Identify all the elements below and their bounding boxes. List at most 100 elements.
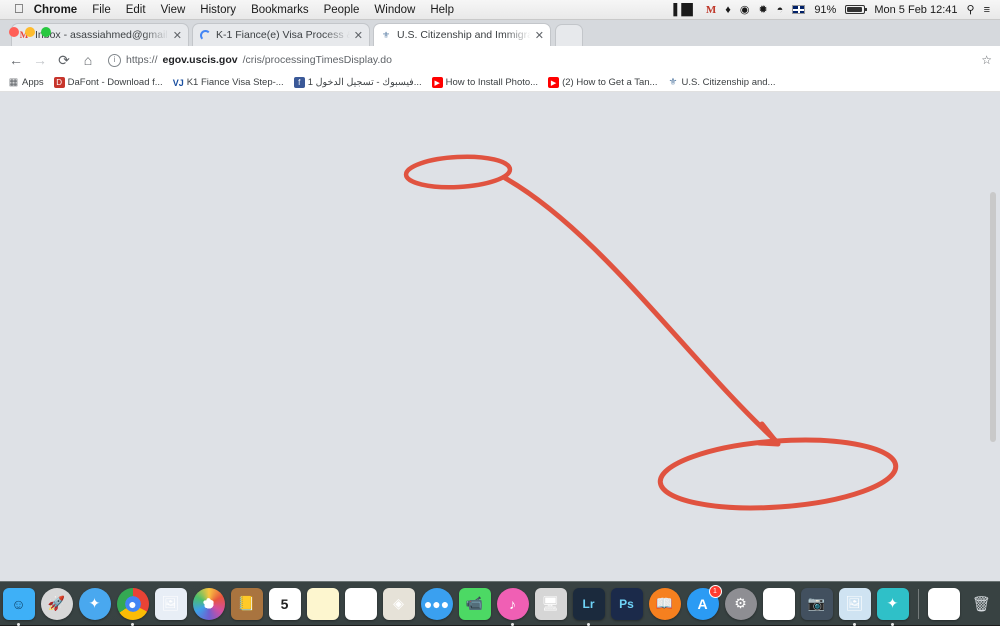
- dock-separator: [917, 588, 919, 619]
- audio-meter-icon[interactable]: ▌█▌: [673, 4, 696, 16]
- photoshop-icon[interactable]: Ps: [610, 587, 643, 620]
- menu-item-people[interactable]: People: [324, 4, 360, 16]
- contacts-icon[interactable]: 📒: [230, 587, 263, 620]
- browser-tab-k1-visa[interactable]: K-1 Fiance(e) Visa Process & P ✕: [192, 23, 370, 46]
- bookmark-youtube-tan[interactable]: ▶ (2) How to Get a Tan...: [548, 77, 657, 88]
- uk-flag-icon[interactable]: [792, 5, 806, 14]
- menu-item-chrome[interactable]: Chrome: [34, 4, 77, 16]
- photo-booth-icon-glyph: 🖼: [161, 595, 180, 611]
- bookmark-apps[interactable]: ▦ Apps: [8, 77, 44, 88]
- url-scheme: https://: [126, 54, 158, 66]
- star-icon[interactable]: ☆: [981, 53, 992, 67]
- notes-icon[interactable]: [306, 587, 339, 620]
- address-bar[interactable]: i https:// egov.uscis.gov/cris/processing…: [104, 51, 974, 69]
- screen-sharing-icon[interactable]: 🖥: [534, 587, 567, 620]
- app-store-icon[interactable]: A1: [686, 584, 722, 620]
- forward-button[interactable]: →: [32, 52, 48, 68]
- close-tab-button[interactable]: ✕: [535, 29, 544, 42]
- maximize-window-button[interactable]: [41, 27, 51, 37]
- dropbox-icon[interactable]: ♦: [725, 4, 731, 16]
- camera-photo-icon[interactable]: 📷: [800, 587, 833, 620]
- bluetooth-icon[interactable]: ✹: [758, 3, 767, 16]
- grammarly-icon[interactable]: ◉: [740, 3, 750, 16]
- launchpad-icon[interactable]: 🚀: [40, 587, 73, 620]
- page-info-icon[interactable]: i: [108, 53, 121, 67]
- menu-item-file[interactable]: File: [92, 4, 111, 16]
- window-traffic-lights: [9, 27, 51, 37]
- maps-icon[interactable]: ◈: [382, 587, 415, 620]
- new-tab-button[interactable]: [555, 24, 583, 46]
- photos-icon-glyph: ✿: [202, 595, 215, 611]
- menu-item-edit[interactable]: Edit: [126, 4, 146, 16]
- apps-grid-icon: ▦: [8, 77, 19, 88]
- minimize-window-button[interactable]: [25, 27, 35, 37]
- battery-icon[interactable]: [845, 5, 868, 14]
- maps-icon-glyph: ◈: [393, 595, 404, 611]
- lightroom-icon[interactable]: Lr: [572, 587, 605, 626]
- chrome-icon[interactable]: ●: [116, 587, 149, 626]
- bookmark-facebook[interactable]: f فيسبوك - تسجيل الدخول 1...: [293, 77, 422, 88]
- bookmark-dafont[interactable]: D DaFont - Download f...: [53, 77, 163, 88]
- tab-title: Inbox - asassiahmed@gmail.co: [35, 29, 169, 41]
- reload-button[interactable]: ⟳: [56, 52, 72, 69]
- home-button[interactable]: ⌂: [80, 52, 96, 68]
- bookmark-label: How to Install Photo...: [445, 77, 539, 88]
- loading-spinner-icon: [199, 29, 211, 41]
- close-tab-button[interactable]: ✕: [173, 29, 182, 42]
- bookmark-uscis[interactable]: ⚜ U.S. Citizenship and...: [667, 77, 776, 88]
- menu-item-bookmarks[interactable]: Bookmarks: [251, 4, 309, 16]
- photoshop-icon-glyph: Ps: [619, 596, 634, 611]
- page-scrollbar[interactable]: [990, 192, 996, 442]
- browser-tab-uscis[interactable]: ⚜ U.S. Citizenship and Immigrati ✕: [373, 23, 551, 46]
- messages-icon[interactable]: ●●●: [420, 587, 453, 620]
- badge-count: 1: [708, 584, 722, 598]
- facetime-icon[interactable]: 📹: [458, 587, 491, 620]
- browser-toolbar: ← → ⟳ ⌂ i https:// egov.uscis.gov/cris/pr…: [0, 46, 1000, 74]
- uscis-icon: ⚜: [668, 77, 678, 88]
- menu-item-window[interactable]: Window: [374, 4, 415, 16]
- menu-item-view[interactable]: View: [161, 4, 186, 16]
- finder-icon[interactable]: ☺: [2, 587, 35, 626]
- close-tab-button[interactable]: ✕: [354, 29, 363, 42]
- notification-center-icon[interactable]: ≡: [984, 4, 990, 16]
- tab-title: U.S. Citizenship and Immigrati: [397, 29, 531, 41]
- uscis-icon: ⚜: [381, 29, 391, 40]
- menubar-clock[interactable]: Mon 5 Feb 12:41: [874, 4, 957, 16]
- photos-icon[interactable]: ✿: [192, 587, 225, 620]
- bookmark-youtube-photo[interactable]: ▶ How to Install Photo...: [431, 77, 539, 88]
- system-preferences-icon[interactable]: ⚙: [724, 587, 757, 620]
- safari-icon[interactable]: ✦: [78, 587, 111, 620]
- contacts-icon-glyph: 📒: [237, 595, 256, 611]
- calendar-icon[interactable]: 5: [268, 587, 301, 620]
- bookmark-label: U.S. Citizenship and...: [681, 77, 776, 88]
- facebook-icon: f: [293, 77, 305, 88]
- photo-booth-icon[interactable]: 🖼: [154, 587, 187, 620]
- preview-icon[interactable]: 🖼: [838, 587, 871, 626]
- lightroom-icon-glyph: Lr: [582, 596, 595, 611]
- bookmark-label: فيسبوك - تسجيل الدخول 1...: [307, 77, 422, 88]
- facetime-icon-glyph: 📹: [465, 595, 484, 611]
- downloads-stack-icon[interactable]: [927, 587, 960, 620]
- spotlight-search-icon[interactable]: ⚲: [967, 3, 975, 16]
- menu-item-help[interactable]: Help: [430, 4, 454, 16]
- trash-icon[interactable]: 🗑: [966, 588, 998, 620]
- reminders-icon[interactable]: ☰: [344, 587, 377, 620]
- safari-icon-glyph: ✦: [88, 595, 101, 611]
- bookmark-k1-fiance-visa[interactable]: VJ K1 Fiance Visa Step-...: [172, 77, 284, 88]
- screen-sharing-icon-glyph: 🖥: [541, 595, 560, 611]
- back-button[interactable]: ←: [8, 52, 24, 68]
- onedrive-icon[interactable]: ✦: [876, 587, 909, 626]
- itunes-icon[interactable]: ♪: [496, 587, 529, 626]
- gmail-icon[interactable]: M: [706, 4, 716, 16]
- text-document-icon[interactable]: [762, 587, 795, 620]
- ibooks-icon[interactable]: 📖: [648, 587, 681, 620]
- wifi-icon[interactable]: ◓: [777, 4, 784, 16]
- chrome-icon-glyph: ●: [128, 595, 137, 612]
- menu-item-history[interactable]: History: [200, 4, 236, 16]
- finder-icon-glyph: ☺: [11, 595, 26, 612]
- youtube-icon: ▶: [431, 77, 443, 88]
- close-window-button[interactable]: [9, 27, 19, 37]
- apple-logo-icon[interactable]: : [14, 2, 24, 15]
- url-host: egov.uscis.gov: [162, 54, 238, 66]
- ibooks-icon-glyph: 📖: [655, 595, 674, 611]
